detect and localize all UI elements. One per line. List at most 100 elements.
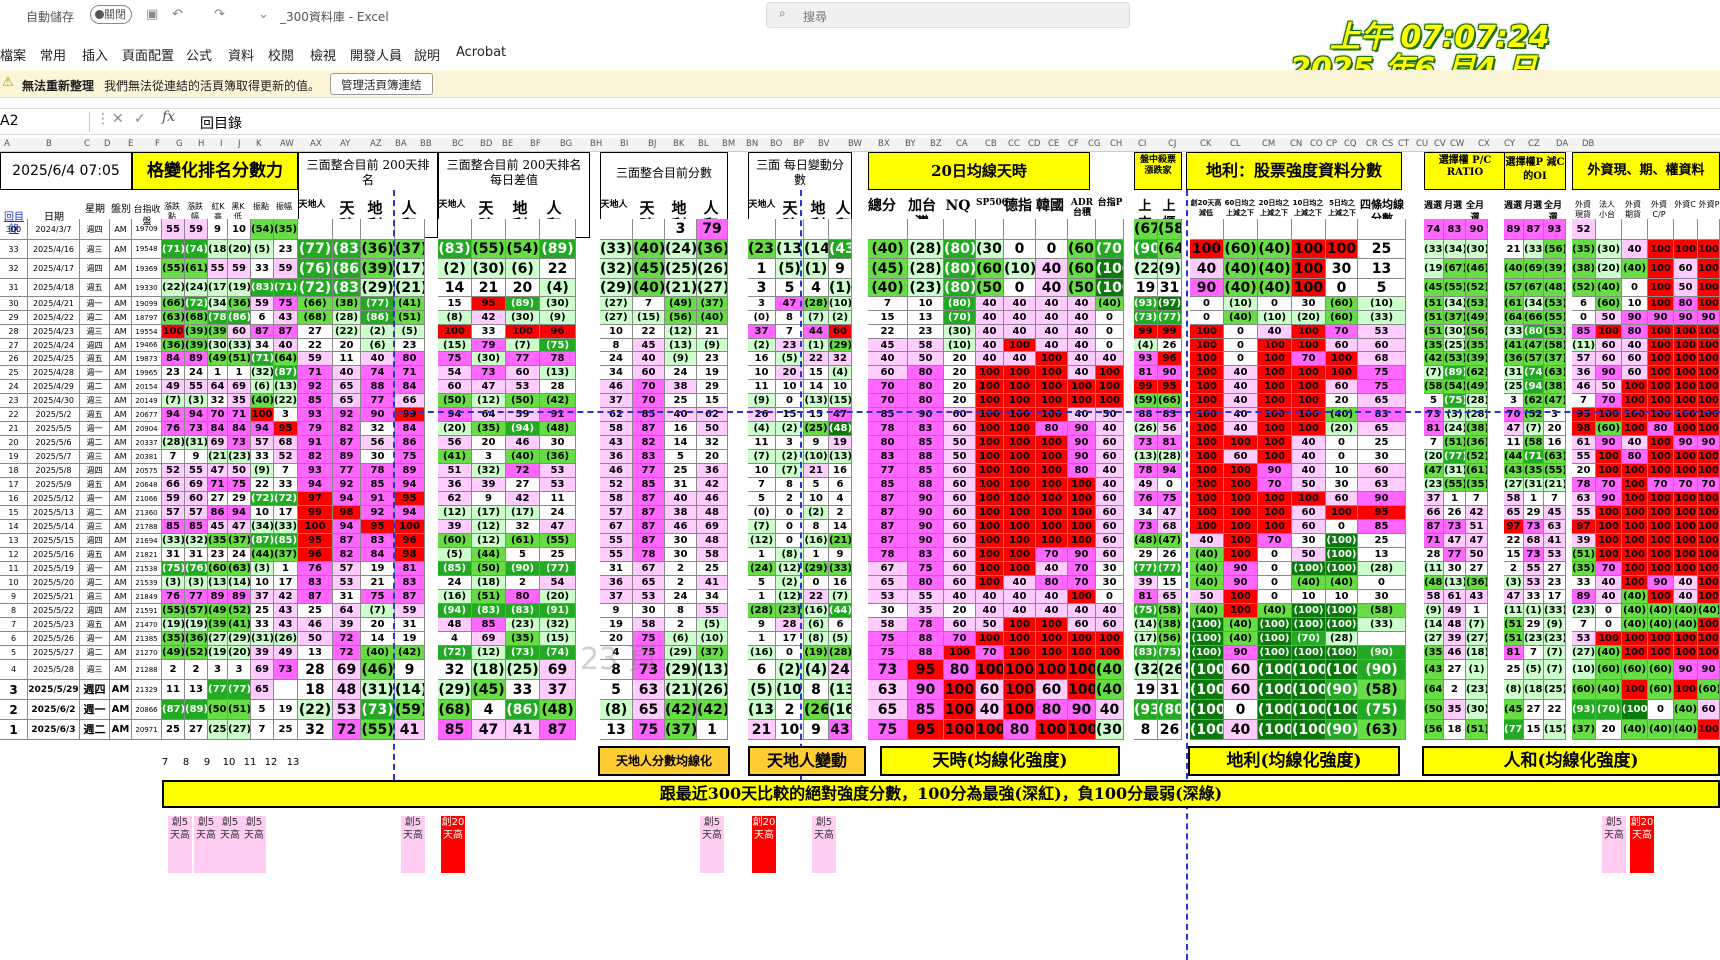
row-ma-cell[interactable]: 100 (1068, 720, 1096, 740)
row-st-cell[interactable]: (28) (1326, 632, 1358, 646)
row-ma-cell[interactable]: (50) (976, 279, 1004, 297)
row-g4-cell[interactable]: (4) (748, 422, 776, 436)
col-letter-CM[interactable]: CM (1262, 139, 1275, 149)
row-g4-cell[interactable]: (4) (804, 660, 829, 680)
row-g2-cell[interactable]: 96 (540, 325, 576, 339)
row-fx-cell[interactable]: 100 (1622, 464, 1648, 478)
row-fx-cell[interactable]: (40) (1622, 604, 1648, 618)
row-ma-cell[interactable]: 60 (944, 506, 976, 520)
row-g3-cell[interactable]: 57 (600, 506, 633, 520)
row-fx-cell[interactable]: (51) (1572, 548, 1596, 562)
row-pc-cell[interactable]: (51) (1424, 297, 1444, 311)
row-ma-cell[interactable]: 70 (1068, 576, 1096, 590)
row-g3-cell[interactable]: 82 (633, 436, 665, 450)
row-st-cell[interactable]: (90) (1326, 680, 1358, 700)
row-pc-cell[interactable]: (27) (1424, 632, 1444, 646)
menu-item-4[interactable]: 公式 (186, 45, 212, 64)
row-ma-cell[interactable]: 88 (908, 646, 944, 660)
row-g2-cell[interactable]: (83) (438, 240, 472, 259)
row-fx-cell[interactable]: (60) (1698, 680, 1720, 700)
row-st-cell[interactable]: 60 (1326, 339, 1358, 352)
row-s-cell[interactable]: 11 (162, 680, 185, 700)
row-fx-cell[interactable]: 100 (1698, 590, 1720, 604)
row-g3-cell[interactable]: (27) (600, 297, 633, 311)
row-st-cell[interactable]: 100 (1258, 520, 1292, 534)
row-ma-cell[interactable]: 40 (944, 590, 976, 604)
row-ma-cell[interactable]: 80 (868, 436, 908, 450)
row-ma-cell[interactable]: 60 (944, 520, 976, 534)
row-g1-cell[interactable]: 79 (298, 422, 333, 436)
row-st-cell[interactable]: (60) (1326, 311, 1358, 325)
row-fx-cell[interactable]: (35) (1572, 562, 1596, 576)
row-ma-cell[interactable]: 40 (1068, 339, 1096, 352)
row-g3-cell[interactable]: 77 (633, 464, 665, 478)
row-ma-cell[interactable]: (70) (944, 311, 976, 325)
row-g2-cell[interactable]: 3 (472, 450, 506, 464)
row-st-cell[interactable]: 100 (1258, 506, 1292, 520)
row-mid-cell[interactable]: (58) (1158, 219, 1182, 240)
row-ma-cell[interactable]: (80) (944, 259, 976, 279)
row-g2-cell[interactable]: (20) (540, 590, 576, 604)
row-s-cell[interactable]: 87 (251, 325, 274, 339)
row-g4-cell[interactable]: 5 (748, 576, 776, 590)
row-fx-cell[interactable]: 40 (1622, 436, 1648, 450)
row-g2-cell[interactable]: 9 (472, 492, 506, 506)
row-s-cell[interactable]: 95 (274, 422, 298, 436)
row-mid-cell[interactable]: (75) (1134, 604, 1158, 618)
row-s-cell[interactable]: 33 (274, 478, 298, 492)
row-ma-cell[interactable]: 100 (1004, 394, 1036, 408)
row-ma-cell[interactable]: 40 (1004, 604, 1036, 618)
row-ma-cell[interactable]: 75 (868, 720, 908, 740)
row-ma-cell[interactable]: 100 (1004, 366, 1036, 380)
row-st-cell[interactable]: 100 (1190, 380, 1224, 394)
row-s-cell[interactable]: (72) (185, 297, 208, 311)
row-g3-cell[interactable]: (10) (697, 632, 728, 646)
row-g2-cell[interactable]: 100 (506, 325, 540, 339)
row-g3-cell[interactable]: 22 (633, 325, 665, 339)
row-g1-cell[interactable] (395, 219, 425, 240)
row-g1-cell[interactable]: (5) (395, 325, 425, 339)
row-g3-cell[interactable]: (13) (697, 660, 728, 680)
row-g4-cell[interactable]: 9 (829, 548, 852, 562)
row-st-cell[interactable]: 40 (1224, 394, 1258, 408)
row-ma-cell[interactable]: 40 (976, 700, 1004, 720)
row-st-cell[interactable]: (100) (1326, 618, 1358, 632)
row-oi-cell[interactable]: (25) (1544, 680, 1566, 700)
row-ma-cell[interactable]: 100 (1068, 632, 1096, 646)
col-letter-BW[interactable]: BW (848, 139, 862, 149)
row-mid-cell[interactable]: (14) (1134, 618, 1158, 632)
row-g1-cell[interactable]: 11 (333, 352, 361, 366)
row-oi-cell[interactable]: 27 (1524, 700, 1544, 720)
row-g2-cell[interactable] (438, 219, 472, 240)
row-ma-cell[interactable]: (10) (944, 339, 976, 352)
row-g1-cell[interactable]: 72 (333, 646, 361, 660)
row-fx-cell[interactable]: 85 (1572, 325, 1596, 339)
row-g2-cell[interactable]: (17) (506, 506, 540, 520)
row-st-cell[interactable]: 70 (1258, 534, 1292, 548)
row-st-cell[interactable]: 65 (1358, 422, 1406, 436)
row-g1-cell[interactable]: (38) (333, 297, 361, 311)
row-fx-cell[interactable]: 100 (1648, 506, 1674, 520)
row-s-cell[interactable]: 59 (274, 259, 298, 279)
col-letter-BV[interactable]: BV (818, 139, 829, 149)
row-g2-cell[interactable]: (85) (438, 562, 472, 576)
row-mid-cell[interactable]: (38) (1158, 618, 1182, 632)
row-g3-cell[interactable]: 42 (697, 478, 728, 492)
row-st-cell[interactable]: (100) (1258, 680, 1292, 700)
row-ma-cell[interactable] (1004, 219, 1036, 240)
row-g4-cell[interactable]: (7) (829, 590, 852, 604)
row-st-cell[interactable]: 60 (1292, 506, 1326, 520)
row-fx-cell[interactable]: (40) (1648, 604, 1674, 618)
row-fx-cell[interactable]: 40 (1596, 576, 1622, 590)
row-fx-cell[interactable]: (93) (1572, 700, 1596, 720)
row-pc-cell[interactable]: 5 (1424, 394, 1444, 408)
row-oi-cell[interactable]: (3) (1504, 576, 1524, 590)
row-g1-cell[interactable]: 85 (361, 478, 395, 492)
row-ma-cell[interactable]: 40 (1068, 311, 1096, 325)
row-ma-cell[interactable]: 60 (1096, 506, 1124, 520)
row-g3-cell[interactable]: 67 (600, 520, 633, 534)
row-fx-cell[interactable]: 33 (1572, 576, 1596, 590)
row-pc-cell[interactable]: (49) (1466, 311, 1488, 325)
row-oi-cell[interactable]: 29 (1524, 506, 1544, 520)
col-letter-CL[interactable]: CL (1230, 139, 1241, 149)
